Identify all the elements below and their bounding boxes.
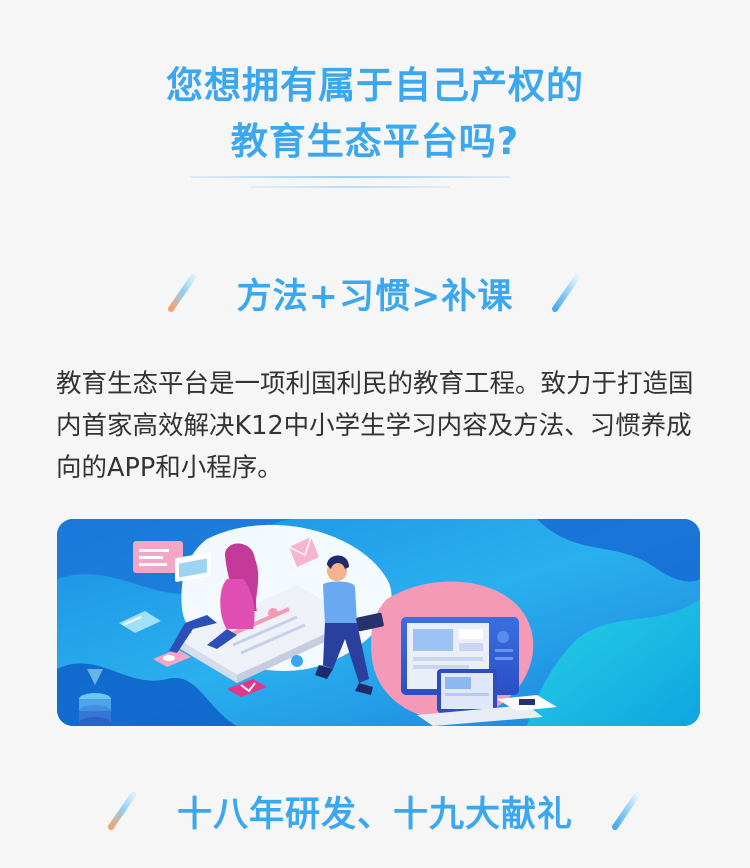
section-description: 教育生态平台是一项利国利民的教育工程。致力于打造国内首家高效解决K12中小学生学… [56,369,694,483]
hero-divider-bottom [250,186,450,188]
section-heading-text: 方法+习惯>补课 [236,276,514,317]
diagonal-slash-icon [107,792,136,830]
diagonal-slash-icon [552,274,581,312]
education-platform-illustration [57,519,700,726]
hero-title-line-1: 您想拥有属于自己产权的 [166,64,584,107]
hero-divider-top [190,176,510,178]
page: 您想拥有属于自己产权的 教育生态平台吗? 方法+习惯>补课 教育生态平台是一项利… [0,0,750,868]
hero-title-line-2: 教育生态平台吗? [230,120,520,163]
section-heading-method: 方法+习惯>补课 [0,270,750,317]
section-heading-text: 十八年研发、十九大献礼 [176,794,573,835]
section-heading-development: 十八年研发、十九大献礼 [0,788,750,835]
hero-title: 您想拥有属于自己产权的 教育生态平台吗? [0,58,750,170]
diagonal-slash-icon [167,274,196,312]
diagonal-slash-icon [612,792,640,830]
